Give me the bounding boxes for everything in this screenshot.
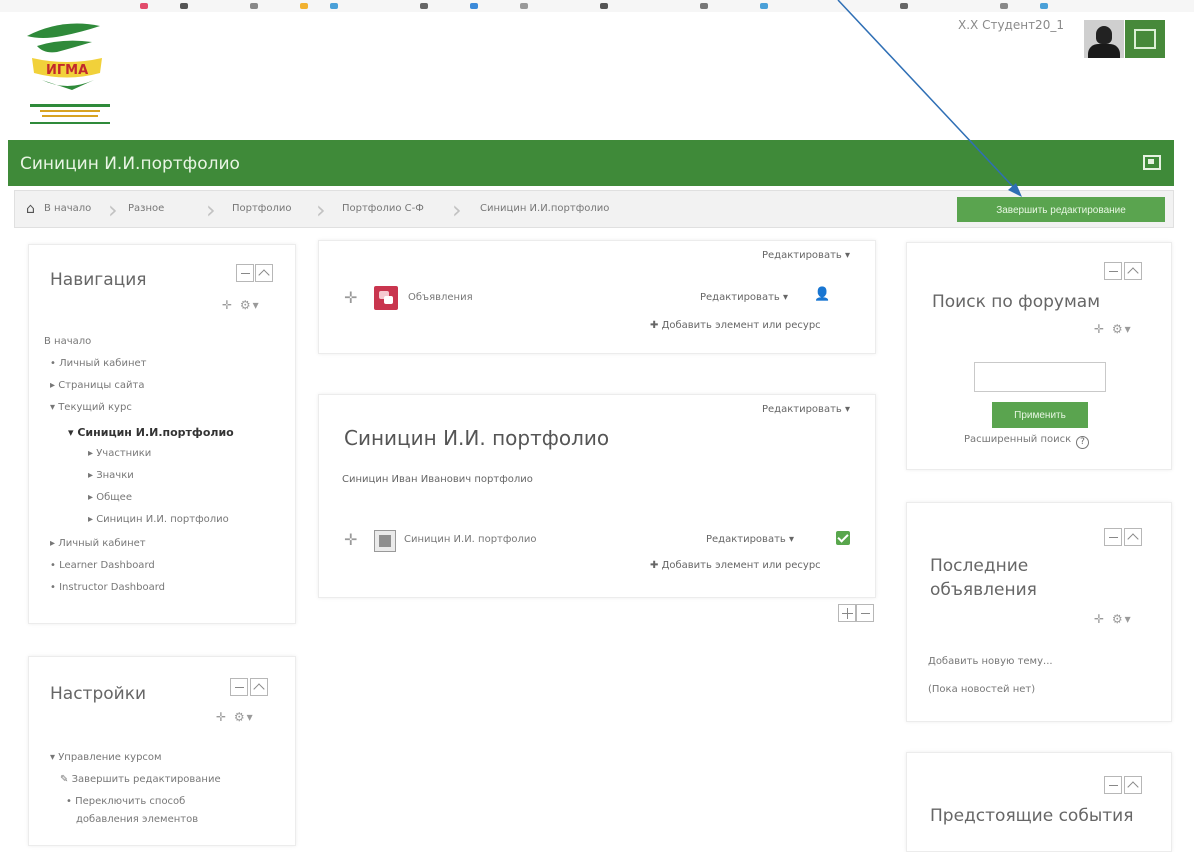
fullscreen-icon[interactable] — [1143, 155, 1161, 170]
section-summary: Синицин Иван Иванович портфолио — [342, 474, 533, 485]
move-gear-icon[interactable]: ✛ ⚙▾ — [222, 298, 261, 312]
nav-item[interactable]: ▸ Общее — [88, 492, 132, 503]
activity-link[interactable]: Объявления — [408, 292, 473, 303]
section-edit-menu[interactable]: Редактировать ▾ — [762, 250, 850, 261]
events-title: Предстоящие события — [930, 806, 1134, 826]
collapse-up-icon[interactable] — [250, 678, 268, 696]
top-toolbar-strip — [0, 0, 1194, 12]
breadcrumb-item[interactable]: Портфолио — [232, 203, 292, 214]
events-block — [906, 752, 1172, 852]
settings-item[interactable]: ✎ Завершить редактирование — [60, 774, 221, 785]
forum-search-title: Поиск по форумам — [932, 292, 1101, 312]
avatar[interactable] — [1084, 20, 1124, 58]
news-title-line2: объявления — [930, 580, 1037, 600]
chevron-right-icon: › — [452, 196, 462, 224]
activity-edit-menu[interactable]: Редактировать ▾ — [706, 534, 794, 545]
nav-item[interactable]: ▾ Текущий курс — [50, 402, 132, 413]
site-logo[interactable]: ИГМА — [22, 18, 122, 128]
add-topic-link[interactable]: Добавить новую тему... — [928, 656, 1053, 667]
activity-link[interactable]: Синицин И.И. портфолио — [404, 534, 537, 545]
navigation-title: Навигация — [50, 270, 147, 290]
home-icon[interactable]: ⌂ — [26, 201, 35, 217]
settings-item[interactable]: добавления элементов — [76, 814, 198, 825]
apply-button[interactable]: Применить — [992, 402, 1088, 428]
dock-minus-icon[interactable] — [230, 678, 248, 696]
breadcrumb-item[interactable]: Портфолио С-Ф — [342, 203, 424, 214]
page-title: Синицин И.И.портфолио — [20, 154, 240, 174]
no-news-text: (Пока новостей нет) — [928, 684, 1036, 695]
collapse-up-icon[interactable] — [1124, 776, 1142, 794]
move-gear-icon[interactable]: ✛ ⚙▾ — [1094, 322, 1133, 336]
user-icon[interactable]: 👤 — [814, 287, 830, 302]
collapse-up-icon[interactable] — [1124, 262, 1142, 280]
move-icon[interactable]: ✛ — [344, 288, 357, 307]
news-title-line1: Последние — [930, 556, 1029, 576]
move-gear-icon[interactable]: ✛ ⚙▾ — [1094, 612, 1133, 626]
settings-title: Настройки — [50, 684, 147, 704]
add-activity-link[interactable]: ✚ Добавить элемент или ресурс — [650, 320, 821, 331]
dock-minus-icon[interactable] — [1104, 528, 1122, 546]
nav-item[interactable]: В начало — [44, 336, 91, 347]
nav-item-current[interactable]: ▾ Синицин И.И.портфолио — [68, 426, 234, 439]
breadcrumb-item[interactable]: Разное — [128, 203, 164, 214]
advanced-search-link[interactable]: Расширенный поиск — [964, 434, 1071, 445]
collapse-up-icon[interactable] — [1124, 528, 1142, 546]
nav-item[interactable]: • Learner Dashboard — [50, 560, 155, 571]
forum-icon — [374, 286, 398, 310]
nav-item[interactable]: ▸ Синицин И.И. портфолио — [88, 514, 229, 525]
user-name[interactable]: Х.Х Студент20_1 — [958, 18, 1064, 32]
nav-item[interactable]: • Личный кабинет — [50, 358, 146, 369]
collapse-up-icon[interactable] — [255, 264, 273, 282]
dock-minus-icon[interactable] — [236, 264, 254, 282]
section-title: Синицин И.И. портфолио — [344, 426, 610, 450]
forum-search-input[interactable] — [974, 362, 1106, 392]
move-icon[interactable]: ✛ — [344, 530, 357, 549]
chevron-right-icon: › — [206, 196, 216, 224]
activity-edit-menu[interactable]: Редактировать ▾ — [700, 292, 788, 303]
svg-text:ИГМА: ИГМА — [46, 63, 88, 78]
help-icon[interactable]: ? — [1076, 436, 1089, 449]
nav-item[interactable]: ▸ Личный кабинет — [50, 538, 146, 549]
settings-item[interactable]: ▾ Управление курсом — [50, 752, 162, 763]
chevron-right-icon: › — [316, 196, 326, 224]
dock-minus-icon[interactable] — [1104, 776, 1122, 794]
add-activity-link[interactable]: ✚ Добавить элемент или ресурс — [650, 560, 821, 571]
remove-section-icon[interactable] — [856, 604, 874, 622]
add-section-icon[interactable] — [838, 604, 856, 622]
breadcrumb-item[interactable]: В начало — [44, 203, 91, 214]
dock-minus-icon[interactable] — [1104, 262, 1122, 280]
section-edit-menu[interactable]: Редактировать ▾ — [762, 404, 850, 415]
chevron-right-icon: › — [108, 196, 118, 224]
finish-editing-button[interactable]: Завершить редактирование — [957, 197, 1165, 222]
page-icon — [374, 530, 396, 552]
nav-item[interactable]: ▸ Страницы сайта — [50, 380, 144, 391]
checkbox-icon[interactable] — [836, 531, 850, 545]
nav-item[interactable]: ▸ Участники — [88, 448, 151, 459]
move-gear-icon[interactable]: ✛ ⚙▾ — [216, 710, 255, 724]
settings-item[interactable]: • Переключить способ — [66, 796, 185, 807]
nav-item[interactable]: • Instructor Dashboard — [50, 582, 165, 593]
breadcrumb-item[interactable]: Синицин И.И.портфолио — [480, 203, 609, 214]
nav-item[interactable]: ▸ Значки — [88, 470, 134, 481]
notification-icon[interactable] — [1125, 20, 1165, 58]
